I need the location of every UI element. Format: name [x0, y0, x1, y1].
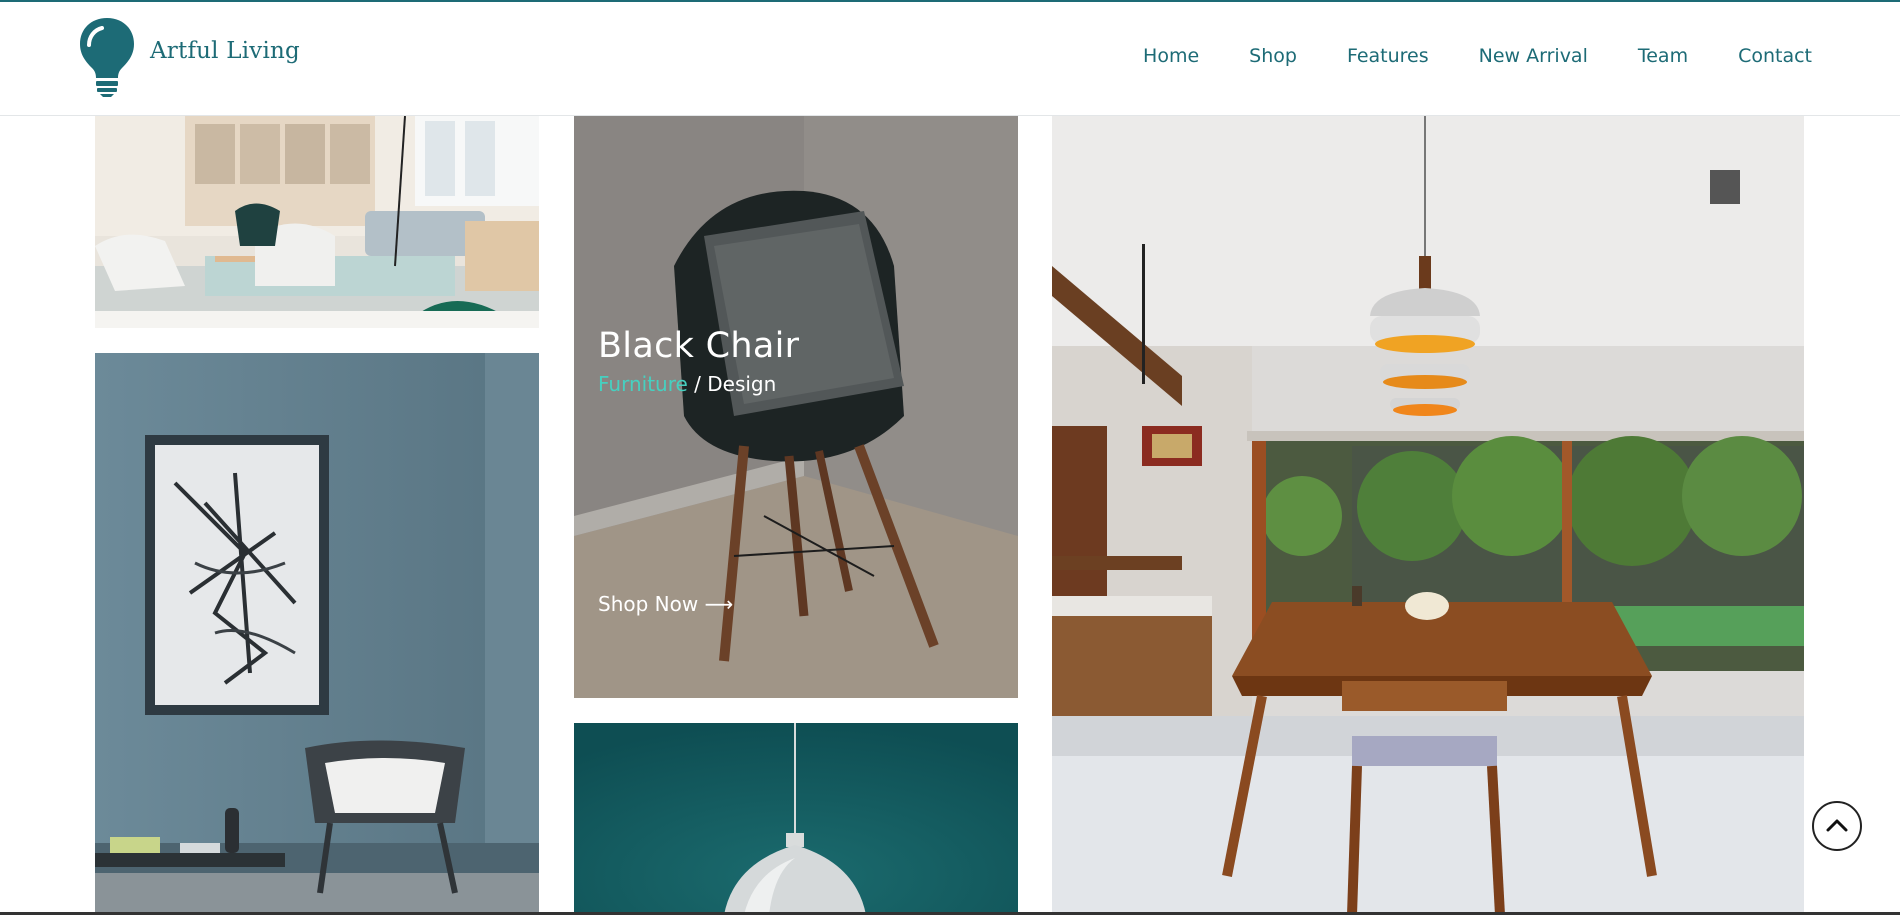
lightbulb-icon — [80, 18, 134, 97]
scroll-to-top-button[interactable] — [1812, 801, 1862, 851]
chevron-up-icon — [1826, 819, 1848, 832]
category-link-design[interactable]: Design — [707, 372, 776, 396]
nav-features[interactable]: Features — [1347, 45, 1429, 67]
living-room-image — [95, 116, 539, 328]
brand-logo[interactable]: Artful Living — [78, 16, 300, 98]
pendant-lamp-photo[interactable] — [574, 723, 1018, 915]
featured-card[interactable]: Black Chair Furniture / Design Shop Now … — [574, 116, 1018, 698]
featured-title: Black Chair — [598, 326, 800, 366]
featured-categories: Furniture / Design — [598, 372, 799, 396]
featured-caption: Black Chair Furniture / Design — [598, 326, 799, 396]
nav-new-arrival[interactable]: New Arrival — [1479, 45, 1588, 67]
shop-now-link[interactable]: Shop Now ⟶ — [598, 592, 733, 616]
dining-room-image — [1052, 116, 1804, 915]
art-wall-image — [95, 353, 539, 915]
main-nav: Home Shop Features New Arrival Team Cont… — [1093, 45, 1812, 67]
art-wall-photo[interactable] — [95, 353, 539, 915]
living-room-photo[interactable] — [95, 116, 539, 328]
nav-team[interactable]: Team — [1638, 45, 1688, 67]
nav-shop[interactable]: Shop — [1249, 45, 1297, 67]
brand-name: Artful Living — [150, 38, 300, 64]
site-header: Artful Living Home Shop Features New Arr… — [0, 0, 1900, 116]
pendant-lamp-image — [574, 723, 1018, 915]
nav-home[interactable]: Home — [1143, 45, 1199, 67]
dining-room-photo[interactable] — [1052, 116, 1804, 915]
nav-contact[interactable]: Contact — [1738, 45, 1812, 67]
category-link-furniture[interactable]: Furniture — [598, 372, 688, 396]
category-separator: / — [687, 372, 708, 396]
